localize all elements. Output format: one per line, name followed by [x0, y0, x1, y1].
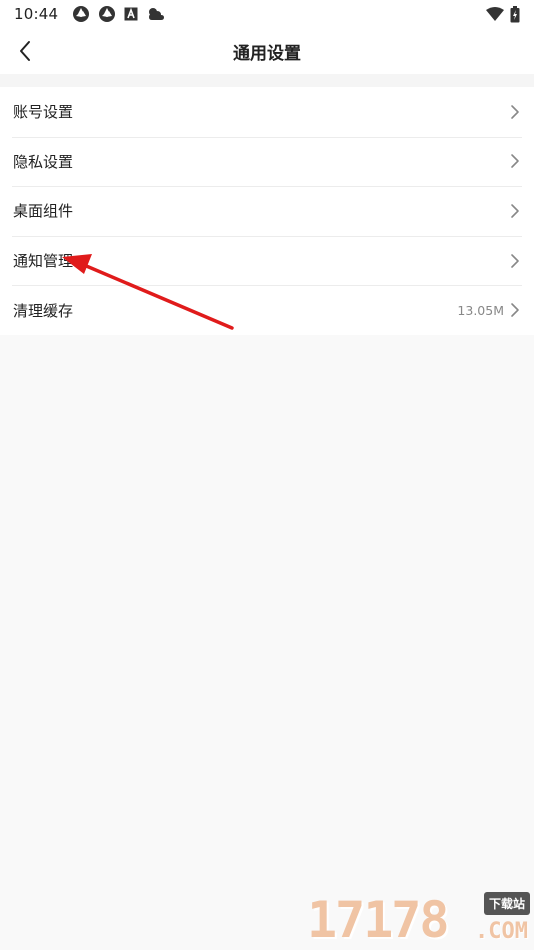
section-gap — [0, 74, 534, 87]
status-time: 10:44 — [14, 5, 59, 23]
watermark-badge: 下载站 — [483, 892, 530, 915]
app-header: 通用设置 — [0, 28, 534, 74]
settings-item-clear-cache[interactable]: 清理缓存 13.05M — [0, 285, 534, 335]
chevron-right-icon — [510, 253, 520, 269]
chevron-right-icon — [510, 302, 520, 318]
wifi-icon — [486, 7, 504, 21]
site-watermark: 17178 下载站 .COM — [307, 890, 532, 950]
settings-list: 账号设置 隐私设置 桌面组件 通知管理 清理缓存 13.05M — [0, 87, 534, 335]
settings-item-label: 清理缓存 — [13, 301, 74, 320]
settings-item-label: 桌面组件 — [13, 202, 74, 221]
settings-item-label: 账号设置 — [13, 103, 74, 122]
settings-item-label: 通知管理 — [13, 252, 74, 271]
chevron-right-icon — [510, 104, 520, 120]
chevron-left-icon — [20, 41, 30, 61]
status-right-icons — [486, 5, 520, 23]
battery-icon — [510, 5, 520, 22]
settings-item-account[interactable]: 账号设置 — [0, 87, 534, 137]
status-bar: 10:44 — [0, 0, 534, 28]
cache-size-value: 13.05M — [457, 302, 504, 318]
aperture-icon — [99, 6, 116, 22]
page-title: 通用设置 — [233, 43, 301, 64]
weather-cloud-icon — [149, 8, 165, 20]
settings-item-notifications[interactable]: 通知管理 — [0, 235, 534, 286]
watermark-suffix: .COM — [475, 919, 528, 944]
chevron-right-icon — [510, 203, 520, 219]
settings-item-label: 隐私设置 — [13, 152, 74, 171]
back-button[interactable] — [10, 36, 40, 66]
a-box-icon — [124, 7, 138, 21]
status-left-icons — [72, 5, 166, 23]
settings-item-privacy[interactable]: 隐私设置 — [0, 136, 534, 187]
chevron-right-icon — [510, 153, 520, 169]
settings-item-widgets[interactable]: 桌面组件 — [0, 186, 534, 236]
aperture-icon — [73, 6, 90, 22]
watermark-digits: 17178 — [307, 891, 450, 949]
